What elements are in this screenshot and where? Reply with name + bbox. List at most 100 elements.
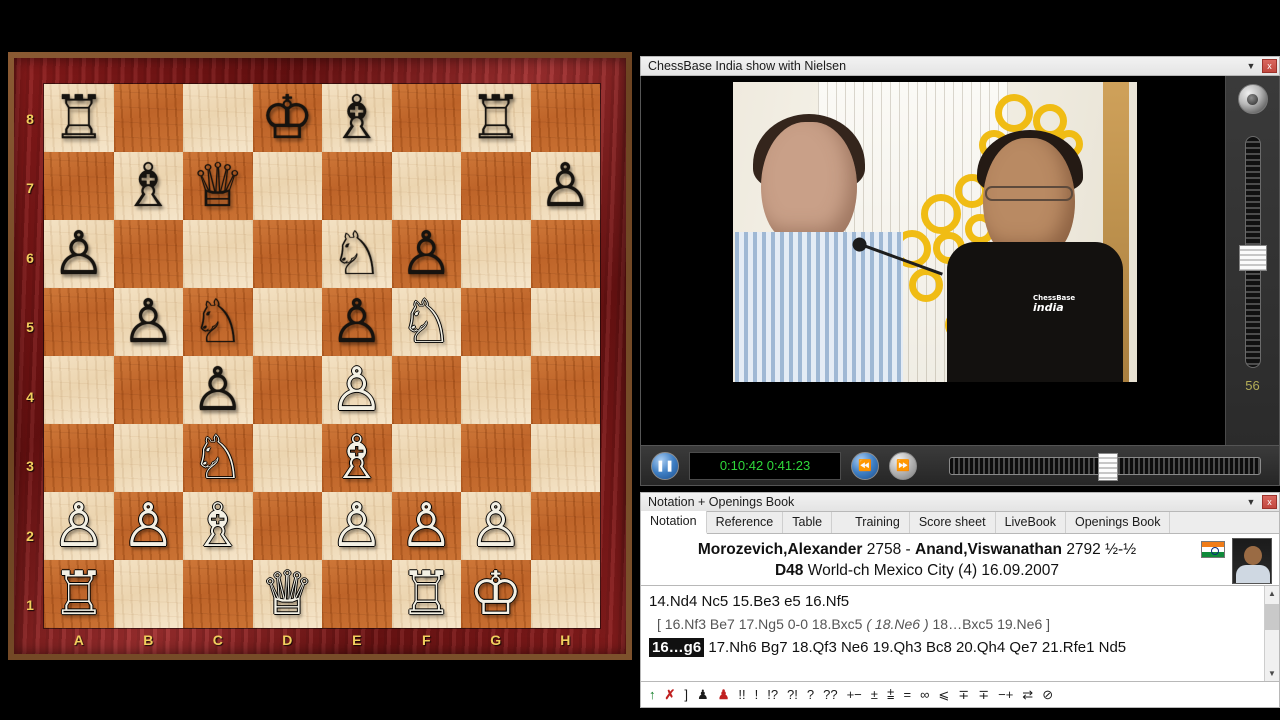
- board-square-a8[interactable]: ♖: [44, 84, 114, 152]
- board-square-e8[interactable]: ♗: [322, 84, 392, 152]
- board-square-f4[interactable]: [391, 356, 461, 424]
- volume-slider-thumb[interactable]: [1238, 245, 1267, 271]
- board-square-f6[interactable]: ♙: [391, 220, 461, 288]
- piece-black-P[interactable]: ♙: [121, 292, 175, 352]
- tab-notation[interactable]: Notation: [641, 511, 707, 534]
- board-square-b1[interactable]: [113, 560, 183, 628]
- annotation-symbol-10[interactable]: ??: [823, 687, 837, 703]
- board-square-h8[interactable]: [530, 84, 600, 152]
- piece-white-B[interactable]: ♗: [330, 428, 384, 488]
- pause-icon[interactable]: ❚❚: [651, 451, 679, 480]
- board-square-h6[interactable]: [530, 220, 600, 288]
- tab-reference[interactable]: Reference: [707, 512, 784, 533]
- board-square-g4[interactable]: [461, 356, 531, 424]
- board-square-b2[interactable]: ♙: [113, 492, 183, 560]
- board-square-g3[interactable]: [461, 424, 531, 492]
- chess-board-grid[interactable]: ♖ ♔ ♗ ♖ ♗ ♕ ♙ ♙ ♘ ♙ ♙ ♘ ♙ ♘ ♙ ♙ ♘ ♗ ♙ ♙ ♗ ♙ ♙ ♙ ♖ ♕ ♖ ♔: [44, 84, 600, 628]
- board-square-e7[interactable]: [322, 152, 392, 220]
- annotation-symbol-8[interactable]: ?!: [787, 687, 798, 703]
- close-icon[interactable]: x: [1262, 495, 1277, 509]
- video-stage[interactable]: ChessBase india: [641, 76, 1225, 445]
- piece-white-N[interactable]: ♘: [399, 292, 453, 352]
- tab-score-sheet[interactable]: Score sheet: [910, 512, 996, 533]
- board-square-f2[interactable]: ♙: [391, 492, 461, 560]
- board-square-h1[interactable]: [530, 560, 600, 628]
- board-square-c8[interactable]: [183, 84, 253, 152]
- board-square-d4[interactable]: [252, 356, 322, 424]
- move-line-current[interactable]: 16…g6 17.Nh6 Bg7 18.Qf3 Ne6 19.Qh3 Bc8 2…: [649, 636, 1258, 659]
- fast-forward-icon[interactable]: ⏩: [889, 451, 917, 480]
- board-square-c7[interactable]: ♕: [183, 152, 253, 220]
- piece-black-R[interactable]: ♖: [469, 88, 523, 148]
- close-icon[interactable]: x: [1262, 59, 1277, 73]
- video-seek-slider[interactable]: [949, 452, 1261, 481]
- board-square-d6[interactable]: [252, 220, 322, 288]
- board-square-d8[interactable]: ♔: [252, 84, 322, 152]
- board-square-c4[interactable]: ♙: [183, 356, 253, 424]
- chevron-down-icon[interactable]: ▼: [1243, 497, 1259, 507]
- piece-white-B[interactable]: ♗: [191, 496, 245, 556]
- board-square-a1[interactable]: ♖: [44, 560, 114, 628]
- piece-white-N[interactable]: ♘: [191, 428, 245, 488]
- board-square-c1[interactable]: [183, 560, 253, 628]
- annotation-symbol-17[interactable]: ∓: [958, 687, 969, 703]
- annotation-symbol-12[interactable]: ±: [871, 687, 878, 703]
- board-square-c5[interactable]: ♘: [183, 288, 253, 356]
- annotation-symbol-15[interactable]: ∞: [920, 687, 929, 703]
- board-square-g6[interactable]: [461, 220, 531, 288]
- move-list[interactable]: 14.Nd4 Nc5 15.Be3 e5 16.Nf5 [ 16.Nf3 Be7…: [641, 586, 1264, 681]
- piece-black-B[interactable]: ♗: [330, 88, 384, 148]
- notation-scrollbar[interactable]: ▲ ▼: [1264, 586, 1279, 681]
- piece-black-K[interactable]: ♔: [260, 88, 314, 148]
- piece-white-P[interactable]: ♙: [121, 496, 175, 556]
- annotation-symbol-5[interactable]: !!: [738, 687, 745, 703]
- board-square-a6[interactable]: ♙: [44, 220, 114, 288]
- board-square-g1[interactable]: ♔: [461, 560, 531, 628]
- tab-table[interactable]: Table: [783, 512, 833, 533]
- tab-training[interactable]: Training: [846, 512, 910, 533]
- board-square-d5[interactable]: [252, 288, 322, 356]
- board-square-d2[interactable]: [252, 492, 322, 560]
- board-square-a3[interactable]: [44, 424, 114, 492]
- move-line-rest[interactable]: 17.Nh6 Bg7 18.Qf3 Ne6 19.Qh3 Bc8 20.Qh4 …: [708, 639, 1126, 656]
- piece-white-P[interactable]: ♙: [399, 496, 453, 556]
- board-square-f3[interactable]: [391, 424, 461, 492]
- piece-black-B[interactable]: ♗: [121, 156, 175, 216]
- board-square-b6[interactable]: [113, 220, 183, 288]
- board-square-a4[interactable]: [44, 356, 114, 424]
- annotation-symbol-13[interactable]: ⩲: [887, 687, 895, 703]
- piece-black-P[interactable]: ♙: [330, 292, 384, 352]
- board-square-f7[interactable]: [391, 152, 461, 220]
- tab-livebook[interactable]: LiveBook: [996, 512, 1066, 533]
- piece-white-K[interactable]: ♔: [469, 564, 523, 624]
- board-square-h7[interactable]: ♙: [530, 152, 600, 220]
- board-square-a2[interactable]: ♙: [44, 492, 114, 560]
- board-square-h2[interactable]: [530, 492, 600, 560]
- board-square-h4[interactable]: [530, 356, 600, 424]
- piece-white-Q[interactable]: ♕: [260, 564, 314, 624]
- annotation-symbol-21[interactable]: ⊘: [1042, 687, 1053, 703]
- board-square-d1[interactable]: ♕: [252, 560, 322, 628]
- piece-black-R[interactable]: ♖: [52, 88, 106, 148]
- board-square-c3[interactable]: ♘: [183, 424, 253, 492]
- annotation-symbol-6[interactable]: !: [755, 687, 759, 703]
- move-line-variation[interactable]: [ 16.Nf3 Be7 17.Ng5 0-0 18.Bxc5 ( 18.Ne6…: [649, 613, 1258, 636]
- piece-black-P[interactable]: ♙: [538, 156, 592, 216]
- annotation-symbol-18[interactable]: ∓: [978, 687, 989, 703]
- speaker-icon[interactable]: [1237, 84, 1268, 114]
- piece-black-P[interactable]: ♙: [191, 360, 245, 420]
- chevron-down-icon[interactable]: ▼: [1243, 61, 1259, 71]
- board-square-g2[interactable]: ♙: [461, 492, 531, 560]
- board-square-f5[interactable]: ♘: [391, 288, 461, 356]
- board-square-e2[interactable]: ♙: [322, 492, 392, 560]
- annotation-symbol-0[interactable]: ↑: [649, 687, 656, 703]
- board-square-d3[interactable]: [252, 424, 322, 492]
- board-square-e6[interactable]: ♘: [322, 220, 392, 288]
- board-square-b8[interactable]: [113, 84, 183, 152]
- current-move-highlight[interactable]: 16…g6: [649, 638, 705, 657]
- tab-openings-book[interactable]: Openings Book: [1066, 512, 1171, 533]
- piece-black-N[interactable]: ♘: [330, 224, 384, 284]
- piece-white-R[interactable]: ♖: [399, 564, 453, 624]
- annotation-symbol-1[interactable]: ✗: [665, 687, 676, 703]
- piece-black-P[interactable]: ♙: [52, 224, 106, 284]
